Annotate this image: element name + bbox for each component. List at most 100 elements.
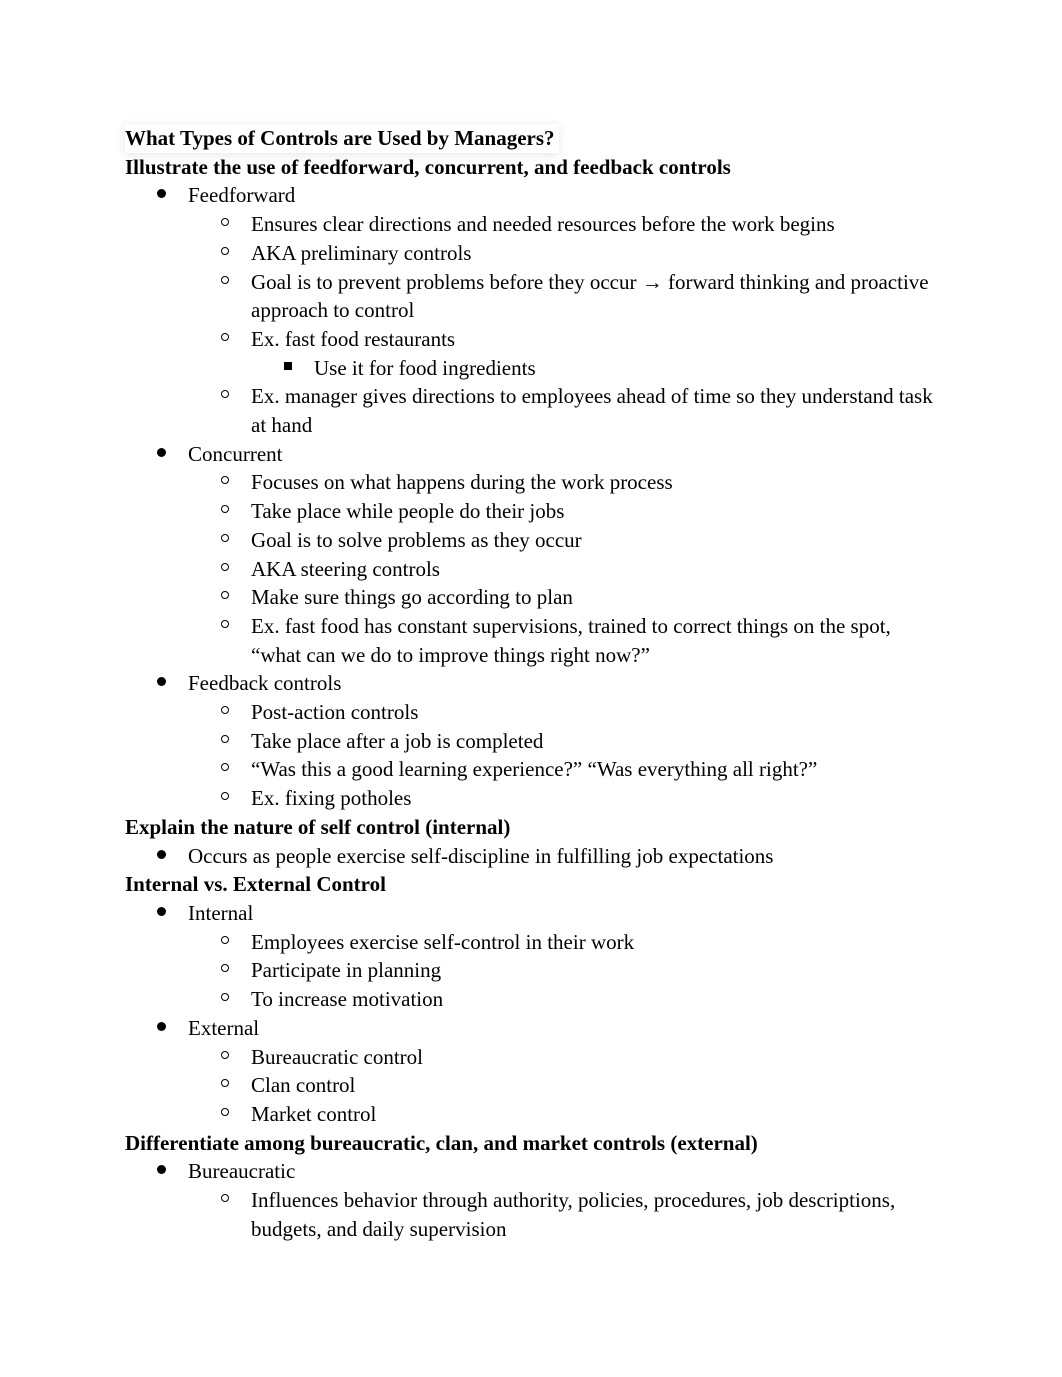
bullet-disc-icon	[151, 899, 171, 928]
list-item-text: “Was this a good learning experience?” “…	[251, 757, 818, 782]
bullet-circle-icon	[215, 1100, 235, 1129]
section-heading-row: Internal vs. External Control	[125, 870, 945, 899]
bullet-circle-icon	[215, 239, 235, 268]
list-item-text: Ex. fast food restaurants	[251, 326, 456, 351]
list-item-text: Participate in planning	[251, 958, 442, 983]
list-item-level-2: Take place while people do their jobs	[125, 497, 945, 526]
bullet-circle-icon	[215, 985, 235, 1014]
bullet-circle-icon	[215, 555, 235, 584]
list-item-level-1: External	[125, 1014, 945, 1043]
bullet-disc-icon	[151, 669, 171, 698]
list-item-text: Take place after a job is completed	[251, 728, 544, 753]
list-item-text: Occurs as people exercise self-disciplin…	[188, 843, 774, 868]
list-item-text: Goal is to prevent problems before they …	[251, 269, 929, 323]
bullet-circle-icon	[215, 1071, 235, 1100]
bullet-circle-icon	[215, 468, 235, 497]
list-item-level-1: Bureaucratic	[125, 1157, 945, 1186]
list-item-level-2: Goal is to solve problems as they occur	[125, 526, 945, 555]
list-item-text: Take place while people do their jobs	[251, 499, 565, 524]
bullet-circle-icon	[215, 497, 235, 526]
section-heading-row: Explain the nature of self control (inte…	[125, 813, 945, 842]
bullet-circle-icon	[215, 698, 235, 727]
section-heading-row: Differentiate among bureaucratic, clan, …	[125, 1129, 945, 1158]
list-item-level-2: Goal is to prevent problems before they …	[125, 268, 945, 325]
list-item-text: Clan control	[251, 1073, 356, 1098]
list-item-text: Influences behavior through authority, p…	[251, 1188, 896, 1241]
bullet-disc-icon	[151, 842, 171, 871]
bullet-disc-icon	[151, 1157, 171, 1186]
list-item-level-2: “Was this a good learning experience?” “…	[125, 755, 945, 784]
list-item-level-2: Clan control	[125, 1071, 945, 1100]
bullet-circle-icon	[215, 956, 235, 985]
bullet-circle-icon	[215, 612, 235, 641]
section-heading-row: What Types of Controls are Used by Manag…	[125, 124, 945, 153]
bullet-disc-icon	[151, 440, 171, 469]
list-item-level-1: Concurrent	[125, 440, 945, 469]
list-item-level-2: Influences behavior through authority, p…	[125, 1186, 945, 1243]
document-title: What Types of Controls are Used by Manag…	[125, 124, 559, 153]
list-item-text: Goal is to solve problems as they occur	[251, 527, 582, 552]
bullet-circle-icon	[215, 382, 235, 411]
bullet-disc-icon	[151, 1014, 171, 1043]
list-item-level-2: Take place after a job is completed	[125, 727, 945, 756]
list-item-level-2: Ex. manager gives directions to employee…	[125, 382, 945, 439]
list-item-text: External	[188, 1015, 260, 1040]
bullet-circle-icon	[215, 583, 235, 612]
list-item-level-1: Internal	[125, 899, 945, 928]
list-item-text: Feedback controls	[188, 671, 342, 696]
list-item-level-2: Bureaucratic control	[125, 1043, 945, 1072]
document-content: What Types of Controls are Used by Manag…	[125, 124, 945, 1243]
bullet-circle-icon	[215, 1043, 235, 1072]
document-page: What Types of Controls are Used by Manag…	[0, 0, 1062, 1377]
list-item-level-2: Participate in planning	[125, 956, 945, 985]
list-item-text: Employees exercise self-control in their…	[251, 929, 635, 954]
list-item-text: AKA preliminary controls	[251, 240, 472, 265]
list-item-text: Market control	[251, 1101, 377, 1126]
bullet-circle-icon	[215, 325, 235, 354]
list-item-level-2: Market control	[125, 1100, 945, 1129]
bullet-circle-icon	[215, 268, 235, 297]
list-item-text: To increase motivation	[251, 987, 444, 1012]
list-item-text: Ex. fast food has constant supervisions,…	[251, 613, 891, 667]
list-item-text: Ensures clear directions and needed reso…	[251, 212, 835, 237]
section-heading: Illustrate the use of feedforward, concu…	[125, 154, 731, 179]
bullet-circle-icon	[215, 526, 235, 555]
list-item-level-2: Ex. fixing potholes	[125, 784, 945, 813]
bullet-circle-icon	[215, 928, 235, 957]
list-item-text: Use it for food ingredients	[314, 355, 536, 380]
bullet-circle-icon	[215, 210, 235, 239]
list-item-text: Internal	[188, 900, 254, 925]
section-heading-row: Illustrate the use of feedforward, concu…	[125, 153, 945, 182]
list-item-text: Bureaucratic control	[251, 1044, 423, 1069]
bullet-square-icon	[278, 354, 298, 383]
list-item-text: AKA steering controls	[251, 556, 440, 581]
list-item-text: Concurrent	[188, 441, 283, 466]
list-item-text: Ex. manager gives directions to employee…	[251, 384, 933, 438]
list-item-level-2: Make sure things go according to plan	[125, 583, 945, 612]
list-item-level-2: Ex. fast food restaurants	[125, 325, 945, 354]
bullet-circle-icon	[215, 784, 235, 813]
bullet-circle-icon	[215, 727, 235, 756]
list-item-level-3: Use it for food ingredients	[125, 354, 945, 383]
list-item-level-1: Occurs as people exercise self-disciplin…	[125, 842, 945, 871]
list-item-text: Make sure things go according to plan	[251, 585, 573, 610]
bullet-circle-icon	[215, 1186, 235, 1215]
list-item-text: Focuses on what happens during the work …	[251, 470, 673, 495]
list-item-level-2: Post-action controls	[125, 698, 945, 727]
list-item-text: Bureaucratic	[188, 1159, 296, 1184]
list-item-text: Ex. fixing potholes	[251, 786, 412, 811]
section-heading: Differentiate among bureaucratic, clan, …	[125, 1130, 758, 1155]
bullet-disc-icon	[151, 181, 171, 210]
section-heading: Explain the nature of self control (inte…	[125, 814, 511, 839]
list-item-level-2: Focuses on what happens during the work …	[125, 468, 945, 497]
list-item-level-2: Ensures clear directions and needed reso…	[125, 210, 945, 239]
list-item-level-2: To increase motivation	[125, 985, 945, 1014]
list-item-level-2: Employees exercise self-control in their…	[125, 928, 945, 957]
list-item-text: Feedforward	[188, 183, 296, 208]
bullet-circle-icon	[215, 755, 235, 784]
list-item-level-1: Feedforward	[125, 181, 945, 210]
section-heading: Internal vs. External Control	[125, 872, 386, 897]
list-item-text: Post-action controls	[251, 700, 419, 725]
list-item-level-1: Feedback controls	[125, 669, 945, 698]
list-item-level-2: AKA preliminary controls	[125, 239, 945, 268]
